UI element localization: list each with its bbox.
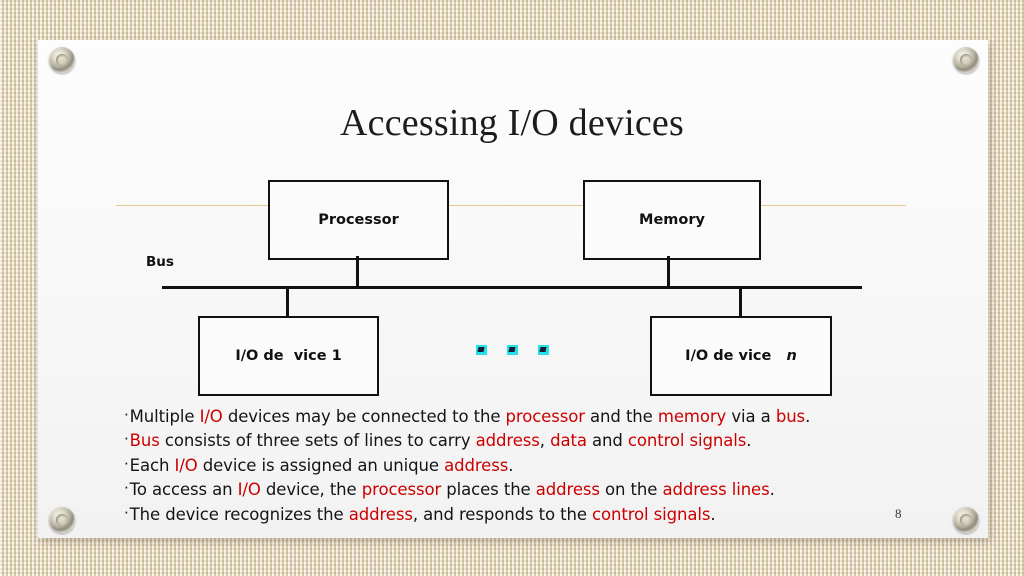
bullet-keyword: Bus	[129, 431, 160, 451]
diagram-node-processor: Processor	[268, 180, 449, 260]
slide-canvas: Accessing I/O devices Processor Memory I…	[0, 0, 1024, 576]
bullet-keyword: address lines	[662, 480, 770, 500]
bullet-marker: ·	[124, 454, 129, 473]
bullet-keyword: memory	[657, 407, 727, 426]
bullet-text: Multiple	[129, 407, 200, 426]
bullet-marker: ·	[124, 479, 129, 498]
bullet-text: consists of three sets of lines to carry	[159, 431, 476, 451]
node-label-io-device-n: I/O de vice	[685, 348, 787, 364]
ellipsis-dot-icon	[476, 345, 487, 355]
bullet-text: Each	[129, 455, 175, 475]
bullet-marker: ·	[124, 503, 129, 522]
bullet-keyword: I/O	[237, 480, 261, 500]
bullet-line: ·To access an I/O device, the processor …	[124, 477, 924, 501]
bullet-keyword: data	[550, 431, 587, 451]
bullet-keyword: control signals	[592, 504, 711, 524]
bullet-text: places the	[441, 480, 536, 500]
bullet-text: .	[508, 455, 514, 475]
connector-io-device-1-to-bus	[286, 289, 289, 317]
diagram-node-memory: Memory	[583, 180, 761, 260]
bullet-keyword: address	[475, 431, 540, 451]
node-label-processor: Processor	[318, 212, 399, 228]
ellipsis-dot-icon	[507, 345, 518, 355]
bullet-marker: ·	[124, 406, 129, 424]
bullet-text: device, the	[260, 480, 362, 500]
connector-io-device-n-to-bus	[739, 289, 742, 317]
bullet-text: ,	[539, 431, 551, 451]
bullet-text: To access an	[129, 480, 238, 500]
bullet-text: .	[769, 480, 775, 500]
bullet-text: devices may be connected to the	[222, 407, 506, 426]
ellipsis-dot-icon	[538, 345, 549, 355]
diagram-node-io-device-1: I/O de vice 1	[198, 316, 379, 396]
connector-processor-to-bus	[356, 256, 359, 287]
bullet-list: ·Multiple I/O devices may be connected t…	[124, 404, 924, 526]
bullet-text: and the	[584, 407, 658, 426]
bus-line	[162, 286, 862, 289]
bus-label: Bus	[146, 254, 174, 270]
bullet-keyword: control signals	[627, 431, 747, 451]
slide-number: 8	[895, 506, 902, 521]
node-label-memory: Memory	[639, 212, 705, 228]
bullet-text: .	[805, 407, 811, 426]
bullet-text: device is assigned an unique	[197, 455, 445, 475]
bullet-text: The device recognizes the	[129, 504, 349, 524]
bullet-keyword: address	[348, 504, 413, 524]
bullet-keyword: processor	[505, 407, 585, 426]
diagram-node-io-device-n: I/O de vice n	[650, 316, 832, 396]
node-label-io-device-1: I/O de vice 1	[235, 348, 342, 364]
bullet-text: and	[586, 431, 628, 451]
bullet-line: ·Bus consists of three sets of lines to …	[124, 428, 924, 452]
bullet-keyword: processor	[361, 480, 442, 500]
bullet-text: .	[746, 431, 752, 451]
bullet-line: ·The device recognizes the address, and …	[124, 502, 924, 526]
bullet-keyword: I/O	[199, 407, 223, 426]
connector-memory-to-bus	[667, 256, 670, 287]
bullet-line: ·Each I/O device is assigned an unique a…	[124, 453, 924, 477]
bullet-text: via a	[726, 407, 776, 426]
bullet-keyword: address	[444, 455, 509, 475]
bullet-text: .	[710, 504, 716, 524]
ellipsis-dots	[476, 342, 556, 358]
node-label-io-device-n-index: n	[786, 348, 797, 364]
bullet-text: , and responds to the	[412, 504, 593, 524]
bullet-keyword: bus	[775, 407, 806, 426]
bullet-keyword: I/O	[174, 455, 198, 475]
bullet-marker: ·	[124, 430, 129, 449]
bullet-keyword: address	[535, 480, 600, 500]
bullet-text: on the	[599, 480, 663, 500]
bullet-line: ·Multiple I/O devices may be connected t…	[124, 404, 924, 428]
